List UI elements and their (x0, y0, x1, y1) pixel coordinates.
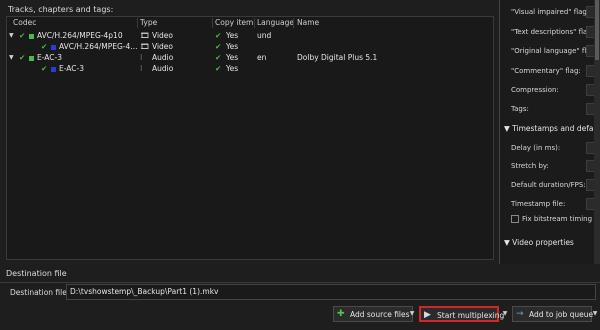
track-copy: Yes (226, 31, 239, 40)
section-collapse-icon: ▼ (504, 238, 510, 247)
track-row[interactable]: ▼ ✔ AVC/H.264/MPEG-4p10 🎞 Video ✔ Yes un… (7, 30, 493, 41)
tags-label: Tags: (511, 105, 529, 113)
track-checkbox[interactable]: ✔ (19, 52, 25, 63)
collapse-arrow-icon[interactable]: ▼ (9, 52, 14, 63)
compression-label: Compression: (511, 86, 559, 94)
queue-icon: → (516, 309, 524, 319)
text-descriptions-flag-label: "Text descriptions" flag: (511, 28, 595, 36)
track-copy: Yes (226, 53, 239, 62)
plus-icon: ✚ (337, 309, 345, 319)
queue-dropdown-arrow[interactable]: ▼ (590, 306, 600, 322)
checkbox-icon (511, 215, 519, 223)
track-color-icon (51, 66, 56, 72)
track-copy: Yes (226, 64, 239, 73)
track-checkbox[interactable]: ✔ (19, 30, 25, 41)
destination-file-input[interactable]: D:\tvshowstemp\_Backup\Part1 (1).mkv (66, 284, 596, 300)
column-header-language[interactable]: Language (257, 17, 294, 29)
tracks-table[interactable]: Codec Type Copy item Language Name ▼ ✔ A… (6, 16, 494, 260)
stretch-by-label: Stretch by: (511, 162, 549, 170)
track-color-icon (29, 55, 34, 61)
audio-icon: ⁝ (140, 64, 143, 73)
add-source-files-button[interactable]: ✚ Add source files (333, 306, 413, 322)
start-multiplexing-button[interactable]: ▶ Start multiplexing (419, 306, 504, 322)
play-circle-icon: ▶ (424, 310, 431, 320)
add-to-job-queue-button[interactable]: → Add to job queue (512, 306, 593, 322)
add-source-dropdown-arrow[interactable]: ▼ (407, 306, 417, 322)
track-copy: Yes (226, 42, 239, 51)
track-codec: E-AC-3 (59, 64, 84, 73)
track-color-icon (29, 33, 34, 39)
track-checkbox[interactable]: ✔ (41, 41, 47, 52)
column-header-copy-item[interactable]: Copy item (215, 17, 253, 29)
visual-impaired-flag-label: "Visual impaired" flag: (511, 8, 590, 16)
track-language: en (257, 53, 267, 62)
delay-label: Delay (in ms): (511, 144, 561, 152)
track-type: Audio (152, 53, 174, 62)
track-checkbox[interactable]: ✔ (41, 63, 47, 74)
column-header-name[interactable]: Name (297, 17, 319, 29)
track-properties-panel: "Visual impaired" flag: "Text descriptio… (499, 0, 600, 264)
section-collapse-icon: ▼ (504, 124, 510, 133)
audio-icon: ⁝ (140, 53, 143, 62)
copy-check-icon: ✔ (215, 64, 222, 73)
copy-check-icon: ✔ (215, 31, 222, 40)
tracks-section-label: Tracks, chapters and tags: (8, 5, 114, 14)
film-icon: 🎞 (140, 42, 150, 51)
copy-check-icon: ✔ (215, 53, 222, 62)
collapse-arrow-icon[interactable]: ▼ (9, 30, 14, 41)
section-divider (0, 282, 600, 283)
destination-file-label: Destination file: (10, 288, 70, 297)
timestamp-file-label: Timestamp file: (511, 200, 566, 208)
track-type: Video (152, 31, 174, 40)
track-codec: AVC/H.264/MPEG-4p10 (37, 31, 123, 40)
fix-bitstream-checkbox[interactable]: Fix bitstream timing in (511, 215, 600, 223)
film-icon: 🎞 (140, 31, 150, 40)
default-duration-label: Default duration/FPS: (511, 181, 586, 189)
column-header-type[interactable]: Type (140, 17, 157, 29)
track-codec: AVC/H.264/MPEG-4... (59, 42, 137, 51)
track-row[interactable]: ✔ AVC/H.264/MPEG-4... 🎞 Video ✔ Yes (7, 41, 493, 52)
track-type: Video (152, 42, 174, 51)
track-type: Audio (152, 64, 174, 73)
start-dropdown-arrow[interactable]: ▼ (500, 306, 510, 322)
track-color-icon (51, 44, 56, 50)
track-row[interactable]: ▼ ✔ E-AC-3 ⁝ Audio ✔ Yes en Dolby Digita… (7, 52, 493, 63)
timestamps-section-header[interactable]: ▼ Timestamps and default (504, 124, 600, 133)
track-name: Dolby Digital Plus 5.1 (297, 53, 378, 62)
scrollbar-thumb[interactable] (595, 0, 599, 60)
track-language: und (257, 31, 272, 40)
column-header-codec[interactable]: Codec (13, 17, 36, 29)
commentary-flag-label: "Commentary" flag: (511, 67, 581, 75)
video-properties-section-header[interactable]: ▼ Video properties (504, 238, 574, 247)
track-codec: E-AC-3 (37, 53, 62, 62)
track-row[interactable]: ✔ E-AC-3 ⁝ Audio ✔ Yes (7, 63, 493, 74)
destination-section-label: Destination file (6, 269, 67, 278)
original-language-flag-label: "Original language" flag: (511, 47, 598, 55)
copy-check-icon: ✔ (215, 42, 222, 51)
